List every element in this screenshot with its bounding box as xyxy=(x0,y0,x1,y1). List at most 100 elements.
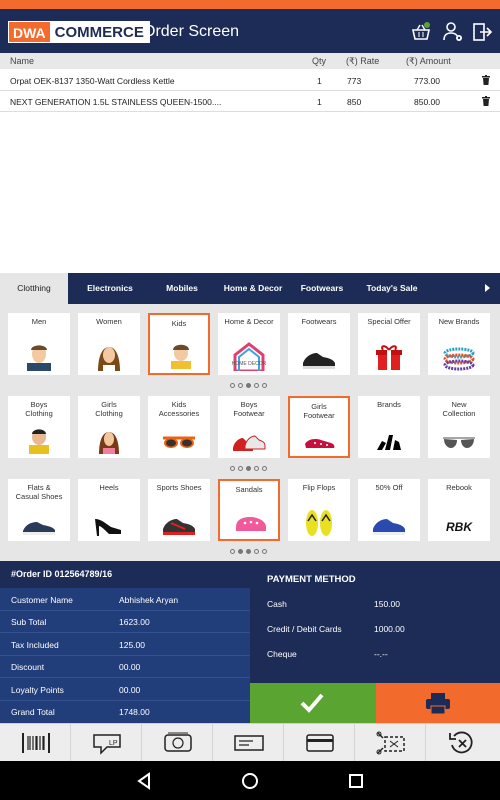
category-card-heels[interactable]: Heels xyxy=(78,479,140,541)
clog-sandal-image xyxy=(236,517,266,531)
flip-flops-image xyxy=(306,510,332,536)
card-icon xyxy=(306,734,334,752)
svg-text:LP: LP xyxy=(109,740,118,747)
category-card-sports-shoes[interactable]: Sports Shoes xyxy=(148,479,210,541)
table-header: Name Qty (₹) Rate (₹) Amount xyxy=(0,53,500,69)
column-header-amount: (₹) Amount xyxy=(406,56,451,66)
tab-clothing[interactable]: Clotthing xyxy=(0,273,68,304)
category-card-50-off[interactable]: 50% Off xyxy=(358,479,420,541)
confirm-order-button[interactable] xyxy=(250,683,376,723)
delete-icon[interactable] xyxy=(482,75,490,85)
payment-value: 1000.00 xyxy=(374,624,405,634)
category-label: Footwears xyxy=(301,317,337,326)
category-card-women[interactable]: Women xyxy=(78,313,140,375)
category-card-rebook[interactable]: Rebook RBK xyxy=(428,479,490,541)
payment-value: --.-- xyxy=(374,649,388,659)
category-card-sandals[interactable]: Sandals xyxy=(218,479,280,541)
category-label: Rebook xyxy=(446,483,472,492)
summary-value: 00.00 xyxy=(119,662,141,672)
cheque-payment-button[interactable] xyxy=(213,724,284,762)
summary-label: Grand Total xyxy=(11,707,55,717)
basket-add-icon[interactable] xyxy=(410,21,432,43)
item-name: Orpat OEK-8137 1350-Watt Cordless Kettle xyxy=(10,76,175,86)
summary-row: Customer Name Abhishek Aryan xyxy=(0,589,250,611)
category-card-men[interactable]: Men xyxy=(8,313,70,375)
category-card-kids-accessories[interactable]: Kids Accessories xyxy=(148,396,210,458)
loyalty-points-button[interactable]: LP xyxy=(71,724,142,762)
category-label: Kids Accessories xyxy=(158,400,200,418)
category-card-brands[interactable]: Brands xyxy=(358,396,420,458)
order-items-table: Name Qty (₹) Rate (₹) Amount Orpat OEK-8… xyxy=(0,53,500,273)
women-avatar-icon xyxy=(98,347,120,371)
table-row[interactable]: NEXT GENERATION 1.5L STAINLESS QUEEN-150… xyxy=(0,91,500,112)
table-row[interactable]: Orpat OEK-8137 1350-Watt Cordless Kettle… xyxy=(0,70,500,91)
column-header-qty: Qty xyxy=(312,56,327,66)
category-card-flip-flops[interactable]: Flip Flops xyxy=(288,479,350,541)
category-label: Men xyxy=(31,317,47,326)
coupon-button[interactable] xyxy=(355,724,426,762)
user-settings-icon[interactable] xyxy=(442,21,464,43)
cancel-order-button[interactable] xyxy=(426,724,497,762)
adidas-logo-icon xyxy=(377,435,401,450)
loyalty-points-icon: LP xyxy=(93,734,121,755)
card-payment-button[interactable] xyxy=(284,724,355,762)
category-card-footwears[interactable]: Footwears xyxy=(288,313,350,375)
kids-avatar-icon xyxy=(171,344,191,369)
payment-row-cash[interactable]: Cash 150.00 xyxy=(267,599,400,609)
sunglasses-image xyxy=(163,436,195,448)
print-receipt-button[interactable] xyxy=(376,683,500,723)
summary-value: 1748.00 xyxy=(119,707,150,717)
app-header: DWA COMMERCE Order Screen xyxy=(0,9,500,53)
summary-row: Tax Included 125.00 xyxy=(0,634,250,656)
home-decor-image: HOME DECOR xyxy=(232,342,267,371)
category-card-girls-footwear[interactable]: Girls Footwear xyxy=(288,396,350,458)
delete-icon[interactable] xyxy=(482,96,490,106)
cheque-icon xyxy=(234,735,264,751)
payment-value: 150.00 xyxy=(374,599,400,609)
boy-image xyxy=(29,429,49,454)
category-card-boys-clothing[interactable]: Boys Clothing xyxy=(8,396,70,458)
category-tabs: Clotthing Electronics Mobiles Home & Dec… xyxy=(0,273,500,304)
sneaker-image xyxy=(303,353,335,369)
column-header-name: Name xyxy=(10,56,35,66)
page-title: Order Screen xyxy=(143,23,240,40)
category-card-girls-clothing[interactable]: Girls Clothing xyxy=(78,396,140,458)
barcode-scan-button[interactable] xyxy=(0,724,71,762)
payment-row-cheque[interactable]: Cheque --.-- xyxy=(267,649,388,659)
cash-icon xyxy=(164,732,192,752)
recent-apps-icon[interactable] xyxy=(344,769,368,793)
payment-row-cards[interactable]: Credit / Debit Cards 1000.00 xyxy=(267,624,405,634)
tab-footwears[interactable]: Footwears xyxy=(292,273,352,304)
payment-method-panel: PAYMENT METHOD Cash 150.00 Credit / Debit… xyxy=(250,561,500,683)
tab-home-decor[interactable]: Home & Decor xyxy=(216,273,290,304)
carousel-dots xyxy=(230,382,270,390)
cash-payment-button[interactable] xyxy=(142,724,213,762)
category-label: Sandals xyxy=(235,485,263,494)
category-label: Special Offer xyxy=(367,317,411,326)
bottom-toolbar: LP xyxy=(0,723,500,762)
home-icon[interactable] xyxy=(238,769,262,793)
category-card-boys-footwear[interactable]: Boys Footwear xyxy=(218,396,280,458)
back-icon[interactable] xyxy=(132,769,156,793)
gift-box-icon xyxy=(376,345,402,370)
category-card-home-decor[interactable]: Home & Decor HOME DECOR xyxy=(218,313,280,375)
category-card-new-collection[interactable]: New Collection xyxy=(428,396,490,458)
carousel-dots xyxy=(230,465,270,473)
category-label: Brands xyxy=(377,400,401,409)
tab-mobiles[interactable]: Mobiles xyxy=(150,273,214,304)
logout-icon[interactable] xyxy=(471,21,493,43)
logo-part2: COMMERCE xyxy=(49,22,149,42)
kids-shoes-image xyxy=(233,435,266,451)
category-card-special-offer[interactable]: Special Offer xyxy=(358,313,420,375)
tab-todays-sale[interactable]: Today's Sale xyxy=(354,273,430,304)
tab-electronics[interactable]: Electronics xyxy=(72,273,148,304)
tabs-next-arrow-icon[interactable] xyxy=(485,284,490,292)
category-card-flats-casual[interactable]: Flats & Casual Shoes xyxy=(8,479,70,541)
system-navigation-bar xyxy=(0,761,500,800)
cancel-order-icon xyxy=(449,731,473,754)
category-label: Boys Clothing xyxy=(25,400,53,418)
category-card-kids[interactable]: Kids xyxy=(148,313,210,375)
men-avatar-icon xyxy=(27,345,51,371)
item-amount: 773.00 xyxy=(414,76,440,86)
category-card-new-brands[interactable]: New Brands xyxy=(428,313,490,375)
